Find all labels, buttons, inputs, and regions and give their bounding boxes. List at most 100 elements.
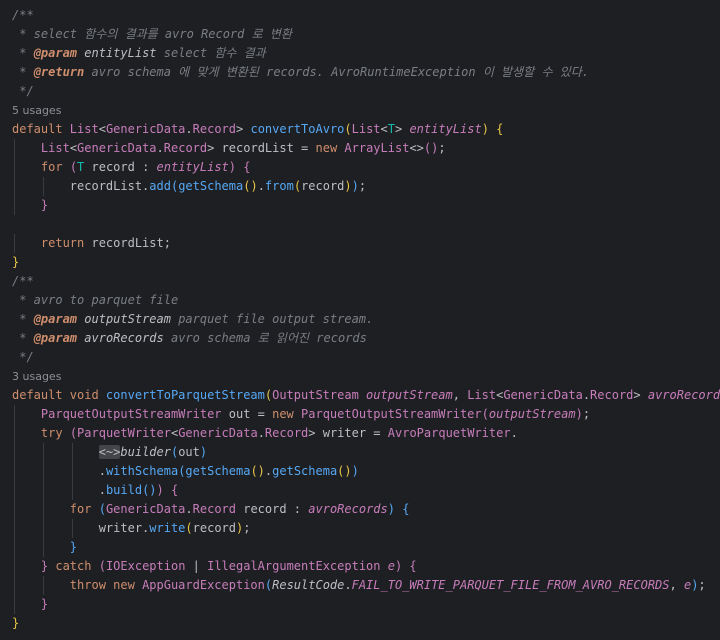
token-plain: ; bbox=[358, 179, 367, 193]
token-p1: ) bbox=[481, 122, 497, 136]
token-kw: for bbox=[69, 502, 99, 516]
token-type: ParquetOutputStreamWriter bbox=[40, 407, 229, 421]
token-plain: recordList. bbox=[69, 179, 150, 193]
token-cmt: */ bbox=[12, 350, 34, 364]
token-type: GenericData bbox=[178, 426, 258, 440]
token-p1: } bbox=[12, 255, 20, 269]
token-type: GenericData bbox=[105, 122, 186, 136]
indent-guide bbox=[14, 158, 15, 177]
token-kw: throw bbox=[69, 578, 114, 592]
token-plain: < bbox=[380, 122, 388, 136]
token-type: AppGuardException bbox=[142, 578, 265, 592]
token-plain: record : bbox=[243, 502, 309, 516]
indent-guide bbox=[14, 462, 15, 481]
token-type: OutputStream bbox=[272, 388, 367, 402]
token-p2: { bbox=[243, 160, 251, 174]
token-kw: return bbox=[40, 236, 92, 250]
code-line: default List<GenericData.Record> convert… bbox=[0, 120, 720, 139]
indent-guide bbox=[14, 481, 15, 500]
token-type: IOException bbox=[105, 559, 193, 573]
token-type: Record bbox=[264, 426, 309, 440]
indent-guide bbox=[42, 538, 44, 557]
token-cmt: * bbox=[12, 65, 34, 79]
token-plain: recordList; bbox=[91, 236, 171, 250]
token-type: GenericData bbox=[105, 502, 186, 516]
token-p2: { bbox=[170, 483, 179, 497]
code-line: .withSchema(getSchema().getSchema()) bbox=[0, 462, 720, 481]
token-plain: ; bbox=[243, 521, 251, 535]
token-type: GenericData bbox=[503, 388, 583, 402]
indent-guide bbox=[14, 519, 15, 538]
token-plain: <> bbox=[409, 141, 424, 155]
token-cmt: avro schema 에 맞게 변환된 records. AvroRuntim… bbox=[84, 65, 590, 79]
indent-guide bbox=[42, 481, 44, 500]
token-typeparam: T bbox=[77, 160, 92, 174]
token-p2: ) bbox=[156, 483, 171, 497]
token-cmt: * select 함수의 결과를 avro Record 로 변환 bbox=[12, 27, 292, 41]
token-paramit: avroRecords bbox=[647, 388, 720, 402]
token-typeparam: T bbox=[387, 122, 395, 136]
token-p3: ) bbox=[351, 464, 359, 478]
token-plain: , bbox=[452, 388, 468, 402]
token-type: List bbox=[40, 141, 70, 155]
token-p2: } bbox=[40, 198, 49, 212]
token-type: List bbox=[467, 388, 497, 402]
code-line: } bbox=[0, 595, 720, 614]
indent-guide bbox=[71, 481, 73, 500]
code-line: * select 함수의 결과를 avro Record 로 변환 bbox=[0, 25, 720, 44]
code-line: ParquetOutputStreamWriter out = new Parq… bbox=[0, 405, 720, 424]
token-plain: . bbox=[510, 426, 518, 440]
token-type: List bbox=[351, 122, 381, 136]
token-p2: () bbox=[423, 141, 439, 155]
token-p2: ) bbox=[228, 160, 244, 174]
token-kw: default bbox=[12, 122, 70, 136]
token-fold[interactable]: <~> bbox=[98, 445, 121, 459]
token-fn: convertToParquetStream bbox=[105, 388, 265, 402]
indent-guide bbox=[42, 576, 44, 595]
token-kw: new bbox=[113, 578, 143, 592]
code-line: * @param entityList select 함수 결과 bbox=[0, 44, 720, 63]
indent-guide bbox=[42, 177, 44, 196]
indent-guide bbox=[14, 139, 15, 158]
usages-label[interactable]: 3 usages bbox=[12, 370, 61, 383]
code-line: } catch (IOException | IllegalArgumentEx… bbox=[0, 557, 720, 576]
token-type: Record bbox=[192, 122, 237, 136]
token-plain: out bbox=[178, 445, 200, 459]
usages-hint[interactable]: 5 usages bbox=[0, 101, 720, 120]
token-plain: < bbox=[98, 122, 106, 136]
token-p3: } bbox=[69, 540, 78, 554]
token-p2: } bbox=[40, 559, 56, 573]
token-call: write bbox=[149, 521, 186, 535]
token-p1: () bbox=[243, 179, 258, 193]
code-editor[interactable]: /** * select 함수의 결과를 avro Record 로 변환 * … bbox=[0, 0, 720, 640]
token-kw: for bbox=[40, 160, 70, 174]
code-line: <~>builder(out) bbox=[0, 443, 720, 462]
token-plain: . bbox=[257, 179, 265, 193]
token-type: ParquetOutputStreamWriter bbox=[301, 407, 482, 421]
usages-label[interactable]: 5 usages bbox=[12, 104, 61, 117]
token-p1: } bbox=[12, 616, 20, 630]
token-cmt: select 함수 결과 bbox=[156, 46, 266, 60]
usages-hint[interactable]: 3 usages bbox=[0, 367, 720, 386]
token-doctag: @return bbox=[33, 65, 85, 79]
code-line: /** bbox=[0, 272, 720, 291]
indent-guide bbox=[14, 177, 15, 196]
token-cmt: * avro to parquet file bbox=[12, 293, 179, 307]
code-line: */ bbox=[0, 348, 720, 367]
code-line: * avro to parquet file bbox=[0, 291, 720, 310]
indent-guide bbox=[42, 443, 44, 462]
token-p2: } bbox=[40, 597, 49, 611]
code-line: .build()) { bbox=[0, 481, 720, 500]
indent-guide bbox=[14, 500, 15, 519]
code-line: throw new AppGuardException(ResultCode.F… bbox=[0, 576, 720, 595]
code-line: /** bbox=[0, 6, 720, 25]
token-cmt: /** bbox=[12, 274, 34, 288]
token-type: ArrayList bbox=[344, 141, 410, 155]
code-line: for (GenericData.Record record : avroRec… bbox=[0, 500, 720, 519]
token-paramit: entityList bbox=[156, 160, 229, 174]
